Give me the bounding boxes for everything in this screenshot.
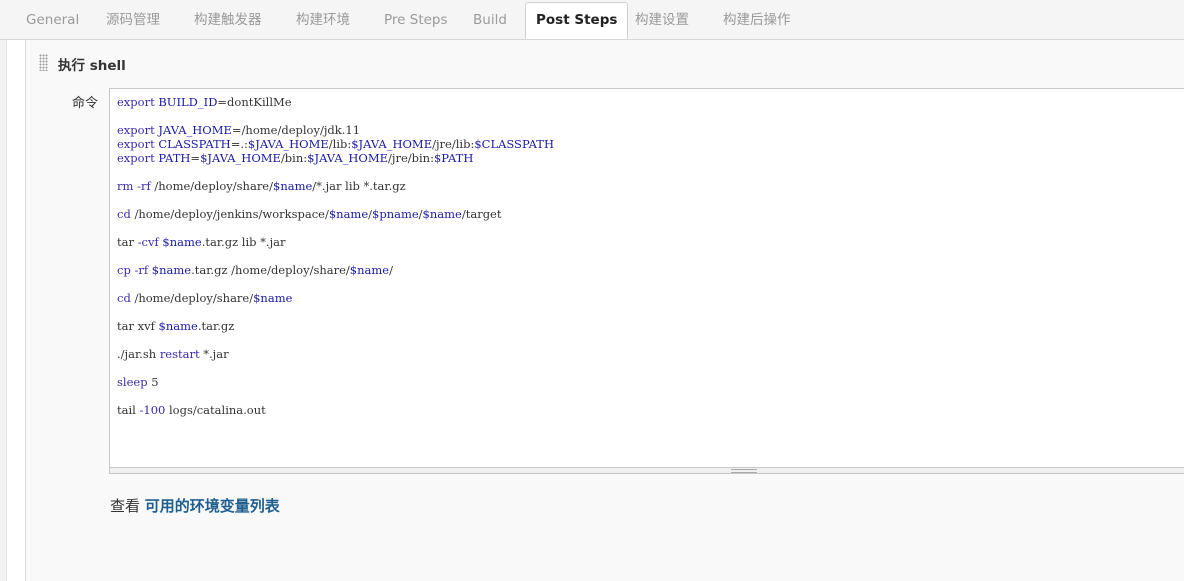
editor-resize-handle[interactable] xyxy=(109,467,1184,474)
config-tab-bar: General 源码管理 构建触发器 构建环境 Pre Steps Build … xyxy=(0,0,1184,40)
code-line: tar -cvf $name.tar.gz lib *.jar xyxy=(117,235,286,249)
code-line: tail -100 logs/catalina.out xyxy=(117,403,266,417)
code-line: export JAVA_HOME=/home/deploy/jdk.11 xyxy=(117,123,361,137)
step-title: 执行 shell xyxy=(58,58,126,74)
tab-build-triggers[interactable]: 构建触发器 xyxy=(194,0,262,39)
tab-post-steps[interactable]: Post Steps xyxy=(525,2,629,39)
tab-build-settings[interactable]: 构建设置 xyxy=(635,0,689,39)
tab-pre-steps[interactable]: Pre Steps xyxy=(384,0,448,39)
resize-grip-icon xyxy=(731,469,757,473)
env-vars-prefix: 查看 xyxy=(110,497,141,515)
drag-handle-icon[interactable] xyxy=(39,54,48,71)
code-line: tar xvf $name.tar.gz xyxy=(117,319,235,333)
tab-post-build-actions[interactable]: 构建后操作 xyxy=(723,0,791,39)
code-line: rm -rf /home/deploy/share/$name/*.jar li… xyxy=(117,179,406,193)
code-line: cd /home/deploy/jenkins/workspace/$name/… xyxy=(117,207,502,221)
command-code[interactable]: export BUILD_ID=dontKillMeexport JAVA_HO… xyxy=(117,95,554,417)
command-label: 命令 xyxy=(72,96,99,111)
code-line: export BUILD_ID=dontKillMe xyxy=(117,95,292,109)
env-vars-line: 查看 可用的环境变量列表 xyxy=(110,495,280,516)
tab-source-code-management[interactable]: 源码管理 xyxy=(106,0,160,39)
execute-shell-step: 执行 shell 命令 export BUILD_ID=dontKillMe ex… xyxy=(25,40,1184,581)
code-line: export PATH=$JAVA_HOME/bin:$JAVA_HOME/jr… xyxy=(117,151,474,165)
page-left-border xyxy=(0,40,7,581)
code-line: ./jar.sh restart *.jar xyxy=(117,347,229,361)
code-line: export CLASSPATH=.:$JAVA_HOME/lib:$JAVA_… xyxy=(117,137,554,151)
command-editor[interactable]: export BUILD_ID=dontKillMeexport JAVA_HO… xyxy=(109,88,1184,472)
env-vars-link[interactable]: 可用的环境变量列表 xyxy=(145,497,280,515)
code-line: cd /home/deploy/share/$name xyxy=(117,291,293,305)
code-line: cp -rf $name.tar.gz /home/deploy/share/$… xyxy=(117,263,393,277)
tab-build-environment[interactable]: 构建环境 xyxy=(296,0,350,39)
tab-build[interactable]: Build xyxy=(473,0,507,39)
tab-general[interactable]: General xyxy=(26,0,79,39)
code-line: sleep 5 xyxy=(117,375,159,389)
